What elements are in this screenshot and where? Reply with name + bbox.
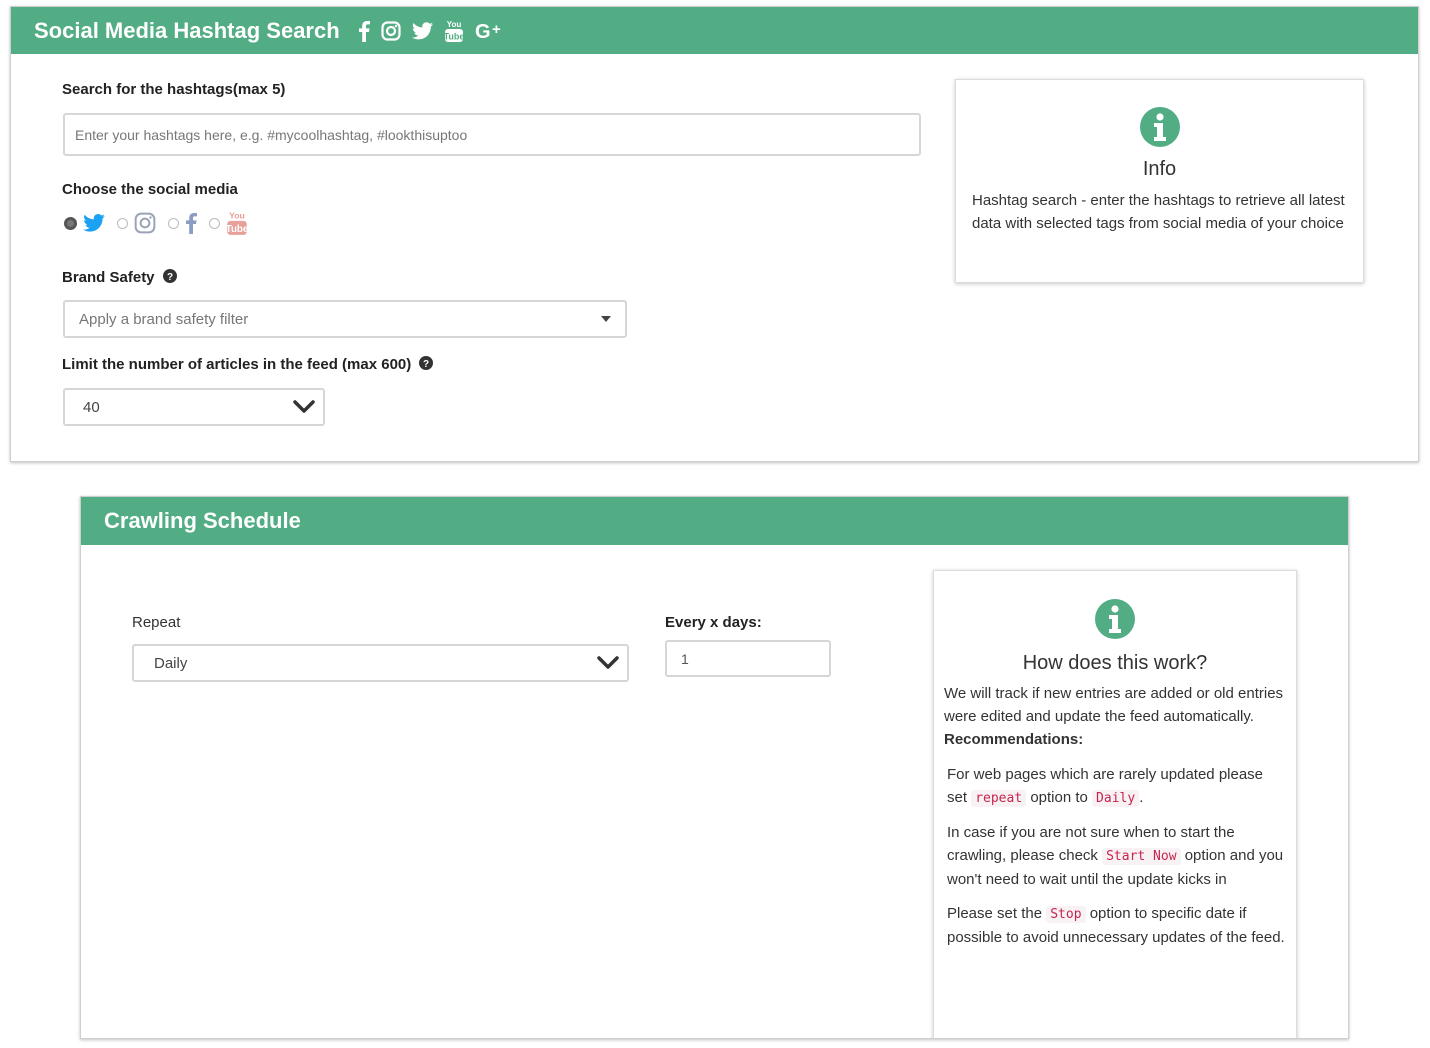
schedule-info-card: How does this work? We will track if new…: [933, 570, 1297, 1038]
svg-text:G: G: [475, 21, 491, 41]
facebook-icon[interactable]: [358, 20, 370, 42]
info-title: Info: [1142, 158, 1177, 180]
repeat-label: Repeat: [132, 614, 181, 631]
chevron-down-icon: [293, 400, 315, 414]
google-plus-icon[interactable]: G +: [475, 21, 505, 41]
svg-text:?: ?: [423, 359, 429, 370]
crawling-schedule-panel: Crawling Schedule Repeat Daily Every x d…: [80, 496, 1349, 1039]
stop-code: Stop: [1046, 906, 1086, 923]
hashtag-panel-title: Social Media Hashtag Search: [34, 17, 340, 43]
search-hashtags-label: Search for the hashtags(max 5): [62, 81, 286, 98]
instagram-icon[interactable]: [381, 20, 401, 41]
recommendation-rarely-updated: For web pages which are rarely updated p…: [944, 763, 1286, 810]
twitter-radio[interactable]: [64, 216, 77, 230]
svg-text:?: ?: [167, 272, 173, 283]
hashtag-search-panel: Social Media Hashtag Search You Tube G + S…: [10, 6, 1419, 462]
brand-safety-label-text: Brand Safety: [62, 269, 155, 286]
social-media-options: You Tube: [64, 210, 248, 236]
svg-text:+: +: [492, 21, 501, 38]
facebook-radio[interactable]: [168, 217, 179, 229]
chevron-down-icon: [597, 656, 619, 670]
social-media-label: Choose the social media: [62, 181, 238, 198]
twitter-icon[interactable]: [411, 21, 433, 40]
instagram-icon[interactable]: [134, 212, 156, 234]
recommendation-start-now: In case if you are not sure when to star…: [944, 821, 1286, 891]
svg-text:You: You: [229, 211, 245, 221]
info-circle-icon: [972, 106, 1347, 148]
how-it-works-title: How does this work?: [1022, 652, 1208, 674]
question-circle-icon[interactable]: ?: [419, 356, 434, 374]
limit-articles-label: Limit the number of articles in the feed…: [62, 356, 434, 374]
rec1-text-c: .: [1139, 789, 1144, 806]
repeat-code: repeat: [971, 790, 1027, 807]
daily-code: Daily: [1092, 790, 1140, 807]
start-now-code: Start Now: [1102, 848, 1181, 865]
limit-articles-value: 40: [83, 398, 100, 416]
facebook-icon[interactable]: [185, 211, 197, 235]
limit-articles-label-text: Limit the number of articles in the feed…: [62, 356, 412, 373]
schedule-panel-title: Crawling Schedule: [104, 508, 301, 533]
repeat-value: Daily: [154, 654, 188, 672]
youtube-icon[interactable]: You Tube: [226, 210, 248, 236]
svg-text:You: You: [446, 20, 461, 29]
recommendations-label: Recommendations:: [944, 731, 1084, 748]
brand-safety-label: Brand Safety ?: [62, 269, 177, 287]
limit-articles-select[interactable]: 40: [63, 388, 325, 426]
svg-text:Tube: Tube: [444, 31, 464, 41]
question-circle-icon[interactable]: ?: [162, 269, 177, 287]
caret-down-icon: [601, 316, 611, 322]
youtube-radio[interactable]: [209, 217, 220, 229]
every-x-days-label: Every x days:: [665, 614, 762, 631]
brand-safety-placeholder: Apply a brand safety filter: [79, 310, 249, 328]
repeat-select[interactable]: Daily: [132, 644, 629, 682]
recommendation-stop: Please set the Stop option to specific d…: [944, 902, 1286, 949]
schedule-panel-header: Crawling Schedule: [81, 497, 1348, 545]
info-circle-icon: [944, 598, 1286, 640]
hashtag-info-card: Info Hashtag search - enter the hashtags…: [955, 79, 1364, 283]
info-text: Hashtag search - enter the hashtags to r…: [972, 192, 1345, 232]
every-x-days-input[interactable]: [665, 640, 831, 677]
rec3-text-a: Please set the: [947, 905, 1043, 922]
twitter-icon[interactable]: [83, 214, 105, 232]
instagram-radio[interactable]: [117, 217, 128, 229]
hashtag-panel-header: Social Media Hashtag Search You Tube G +: [11, 7, 1418, 54]
hashtag-search-input[interactable]: [63, 113, 921, 156]
header-social-icons: You Tube G +: [358, 19, 516, 43]
youtube-icon[interactable]: You Tube: [444, 19, 464, 43]
brand-safety-select[interactable]: Apply a brand safety filter: [63, 300, 627, 338]
rec1-text-b: option to: [1030, 789, 1088, 806]
svg-text:Tube: Tube: [226, 224, 248, 235]
how-it-works-intro: We will track if new entries are added o…: [944, 685, 1284, 725]
